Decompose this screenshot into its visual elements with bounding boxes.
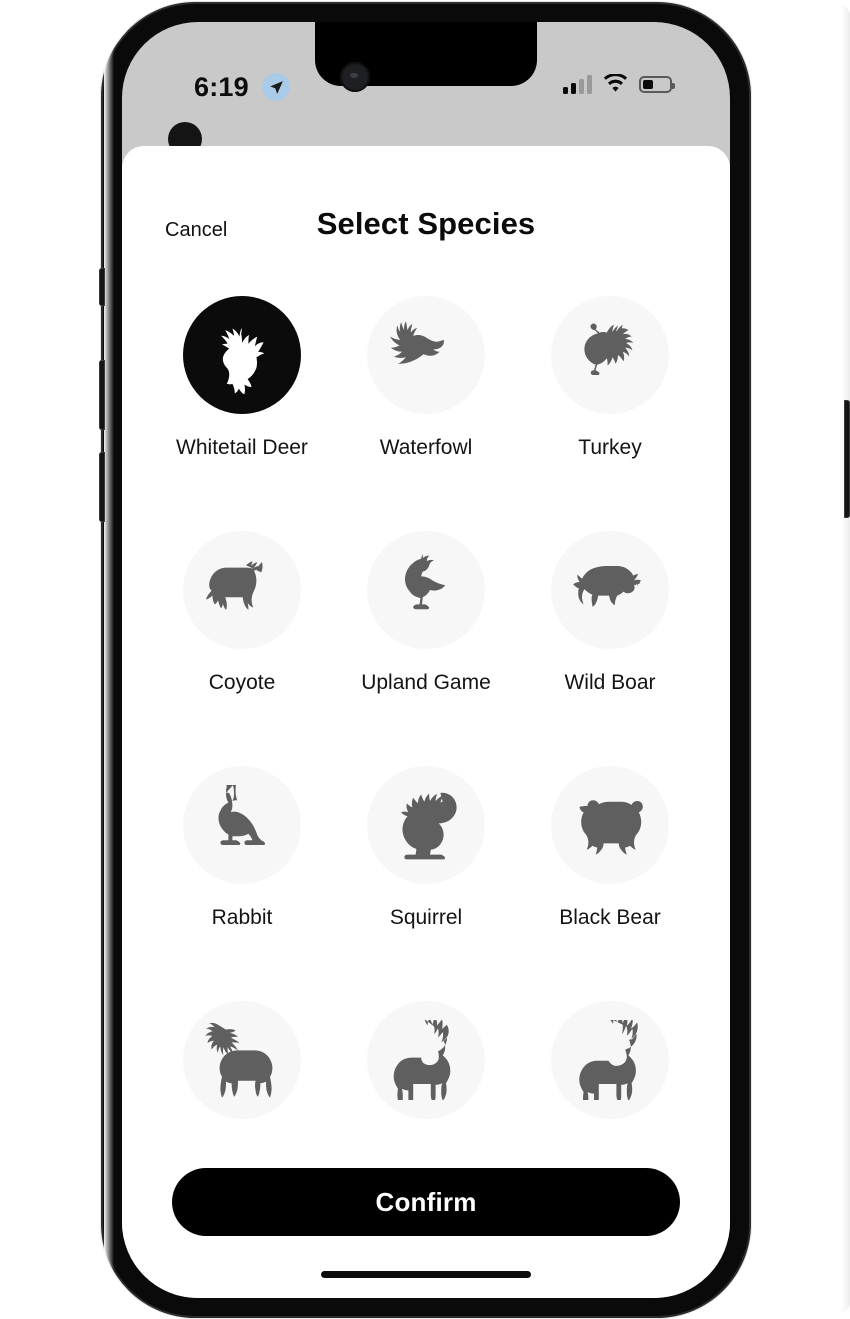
species-option-wild-boar[interactable]: Wild Boar — [518, 531, 702, 766]
species-label: Whitetail Deer — [176, 436, 308, 459]
status-time: 6:19 — [194, 72, 249, 102]
silent-switch[interactable] — [99, 268, 105, 306]
species-label: Squirrel — [389, 906, 463, 929]
confirm-bar: Confirm — [122, 1168, 730, 1236]
confirm-button[interactable]: Confirm — [172, 1168, 680, 1236]
species-label: Rabbit — [211, 906, 273, 929]
species-option-black-bear[interactable]: Black Bear — [518, 766, 702, 1001]
power-button[interactable] — [844, 400, 850, 518]
wifi-icon — [603, 74, 628, 92]
species-option-squirrel[interactable]: Squirrel — [334, 766, 518, 1001]
select-species-sheet: Cancel Select Species Whitetail Deer Wate… — [122, 146, 730, 1298]
species-option-waterfowl[interactable]: Waterfowl — [334, 296, 518, 531]
rabbit-icon — [183, 766, 301, 884]
battery-level — [643, 79, 653, 89]
screenshot-stage: 6:19 Cancel Select Species Whitetail Dee… — [0, 0, 850, 1319]
boar-icon — [551, 531, 669, 649]
battery-icon — [639, 75, 675, 93]
coyote-icon — [183, 531, 301, 649]
turkey-icon — [551, 296, 669, 414]
species-option-turkey[interactable]: Turkey — [518, 296, 702, 531]
species-label: Turkey — [578, 436, 642, 459]
species-grid: Whitetail Deer Waterfowl Turkey Coyote Uplan… — [122, 296, 730, 1236]
species-label: Coyote — [208, 671, 276, 694]
volume-up-button[interactable] — [99, 360, 105, 430]
home-indicator[interactable] — [321, 1271, 531, 1278]
species-option-rabbit[interactable]: Rabbit — [150, 766, 334, 1001]
species-label: Wild Boar — [564, 671, 656, 694]
species-option-coyote[interactable]: Coyote — [150, 531, 334, 766]
elk-icon — [551, 1001, 669, 1119]
species-label: Upland Game — [361, 671, 491, 694]
location-arrow-icon — [262, 73, 290, 101]
flying-duck-icon — [367, 296, 485, 414]
species-label: Black Bear — [559, 906, 661, 929]
cellular-signal-icon — [563, 74, 592, 94]
phone-screen: 6:19 Cancel Select Species Whitetail Dee… — [122, 22, 730, 1298]
page-title: Select Species — [316, 206, 536, 241]
squirrel-icon — [367, 766, 485, 884]
species-option-upland-game[interactable]: Upland Game — [334, 531, 518, 766]
moose-icon — [183, 1001, 301, 1119]
quail-icon — [367, 531, 485, 649]
volume-down-button[interactable] — [99, 452, 105, 522]
status-indicators — [563, 74, 675, 94]
species-label: Waterfowl — [379, 436, 473, 459]
species-option-whitetail-deer[interactable]: Whitetail Deer — [150, 296, 334, 531]
phone-edge-highlight-right — [841, 6, 850, 1312]
bear-icon — [551, 766, 669, 884]
sheet-header: Cancel Select Species — [122, 146, 730, 252]
deer-head-icon — [183, 296, 301, 414]
mule-deer-icon — [367, 1001, 485, 1119]
front-camera-icon — [340, 62, 370, 92]
